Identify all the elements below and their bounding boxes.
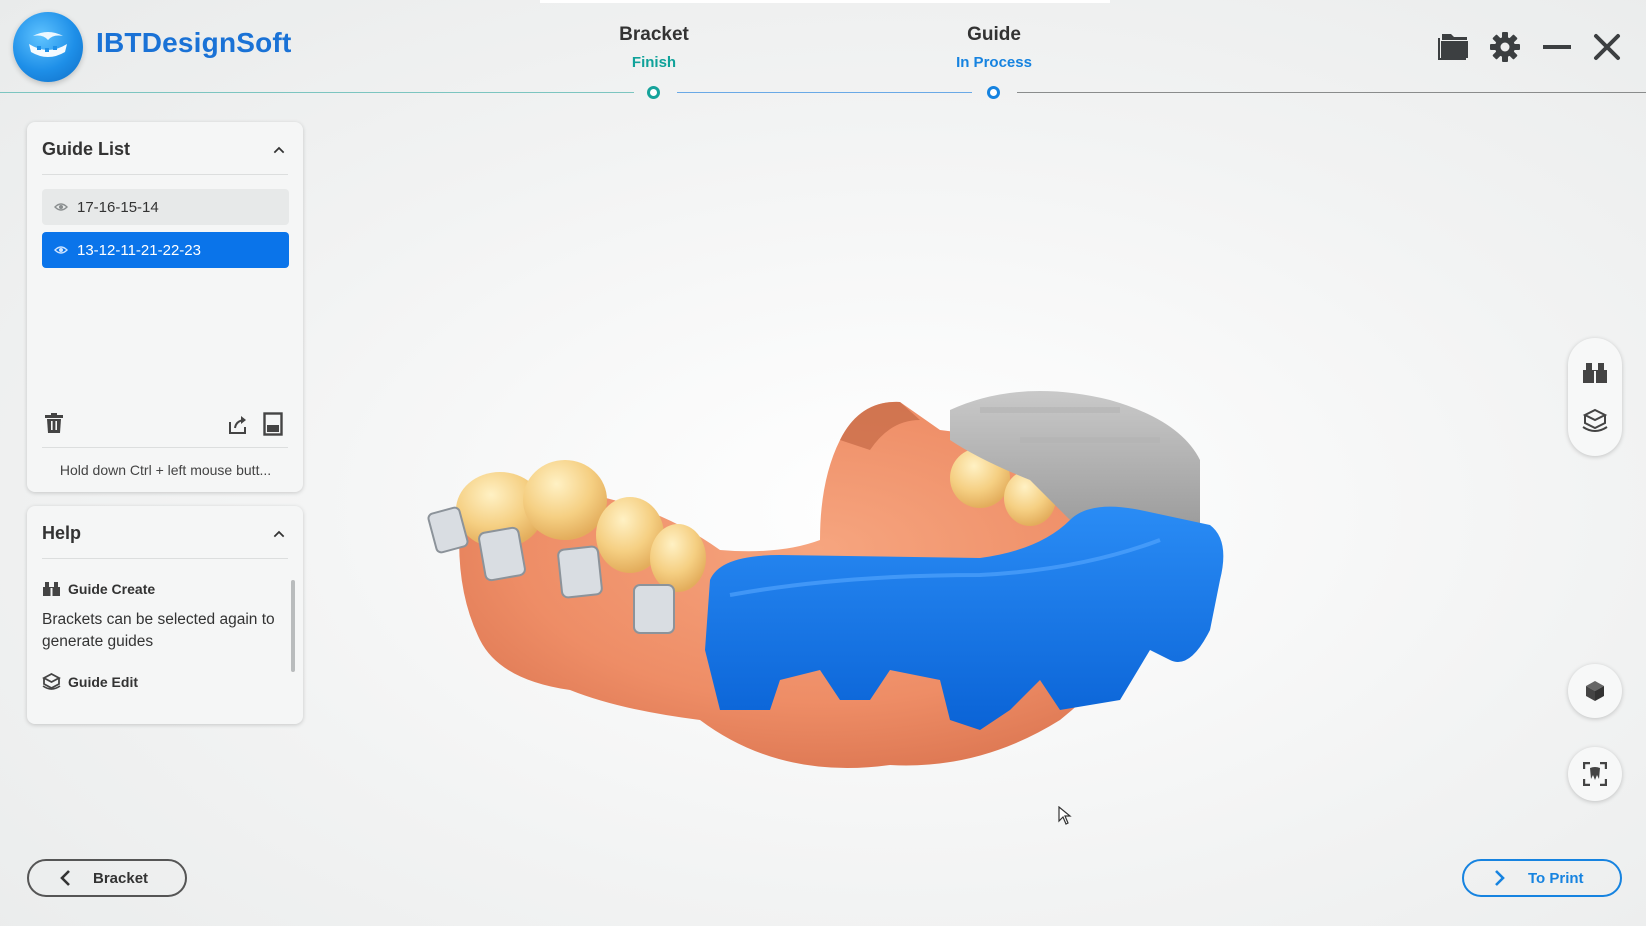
view-cube-button[interactable] (1568, 664, 1622, 718)
chevron-right-icon (1495, 870, 1505, 886)
minimize-icon[interactable] (1543, 44, 1571, 50)
guide-list-item-label: 17-16-15-14 (77, 198, 159, 216)
guide-list-item[interactable]: 17-16-15-14 (42, 189, 289, 225)
help-guide-edit: Guide Edit (42, 673, 138, 691)
help-panel: Help Guide Create Brackets can be select… (27, 506, 303, 724)
export-icon[interactable] (227, 414, 249, 436)
eye-icon[interactable] (54, 202, 68, 212)
app-header: IBTDesignSoft Bracket Finish Guide In Pr… (0, 0, 1646, 99)
to-print-button[interactable]: To Print (1462, 859, 1622, 897)
step-guide[interactable]: Guide In Process (914, 24, 1074, 71)
chevron-left-icon (60, 870, 70, 886)
guide-list-item-selected[interactable]: 13-12-11-21-22-23 (42, 232, 289, 268)
guide-list-panel: Guide List 17-16-15-14 13-12-11-21-22-23… (27, 122, 303, 492)
eye-icon[interactable] (54, 245, 68, 255)
back-to-bracket-button[interactable]: Bracket (27, 859, 187, 897)
close-icon[interactable] (1593, 33, 1621, 61)
back-button-label: Bracket (93, 869, 149, 887)
chevron-up-icon[interactable] (273, 528, 285, 540)
progress-line-mid (677, 92, 972, 93)
right-tool-group (1568, 338, 1622, 456)
gear-icon[interactable] (1489, 31, 1521, 63)
guide-list-hint: Hold down Ctrl + left mouse butt... (59, 462, 272, 478)
guide-create-icon (43, 582, 60, 596)
next-button-label: To Print (1528, 869, 1584, 887)
help-guide-create-label: Guide Create (68, 581, 156, 597)
save-icon[interactable] (263, 412, 283, 436)
help-guide-create-description: Brackets can be selected again to genera… (42, 611, 275, 650)
guide-edit-tool-icon[interactable] (1582, 408, 1608, 434)
help-guide-edit-label: Guide Edit (68, 674, 138, 690)
step-guide-status: In Process (956, 54, 1032, 71)
chevron-up-icon[interactable] (273, 144, 285, 156)
cube-icon (1586, 681, 1604, 701)
step-guide-title: Guide (967, 24, 1021, 45)
guide-list-item-label: 13-12-11-21-22-23 (77, 241, 201, 259)
guide-list-divider (42, 174, 288, 175)
step-bracket-dot (647, 86, 660, 99)
mouse-cursor-icon (1058, 806, 1072, 825)
help-scrollbar[interactable] (291, 580, 295, 672)
help-divider (42, 558, 288, 559)
step-bracket-status: Finish (631, 54, 677, 71)
help-guide-create: Guide Create (42, 581, 155, 597)
guide-create-tool-icon[interactable] (1582, 362, 1608, 384)
app-logo (13, 12, 83, 82)
top-strip (540, 0, 1110, 3)
folder-icon[interactable] (1436, 30, 1470, 60)
guide-list-title: Guide List (42, 139, 131, 159)
progress-line-left (0, 92, 634, 93)
app-name: IBTDesignSoft (96, 27, 292, 58)
step-bracket[interactable]: Bracket Finish (574, 24, 734, 71)
progress-line-right (1017, 92, 1646, 93)
guide-edit-icon (42, 673, 61, 690)
guide-list-footer-divider (42, 447, 288, 448)
step-guide-dot (987, 86, 1000, 99)
fit-view-button[interactable] (1568, 747, 1622, 801)
dental-model-viewport[interactable] (420, 380, 1280, 800)
step-bracket-title: Bracket (619, 24, 689, 45)
trash-icon[interactable] (43, 412, 65, 434)
help-title: Help (42, 523, 82, 543)
fit-view-icon (1583, 762, 1607, 786)
